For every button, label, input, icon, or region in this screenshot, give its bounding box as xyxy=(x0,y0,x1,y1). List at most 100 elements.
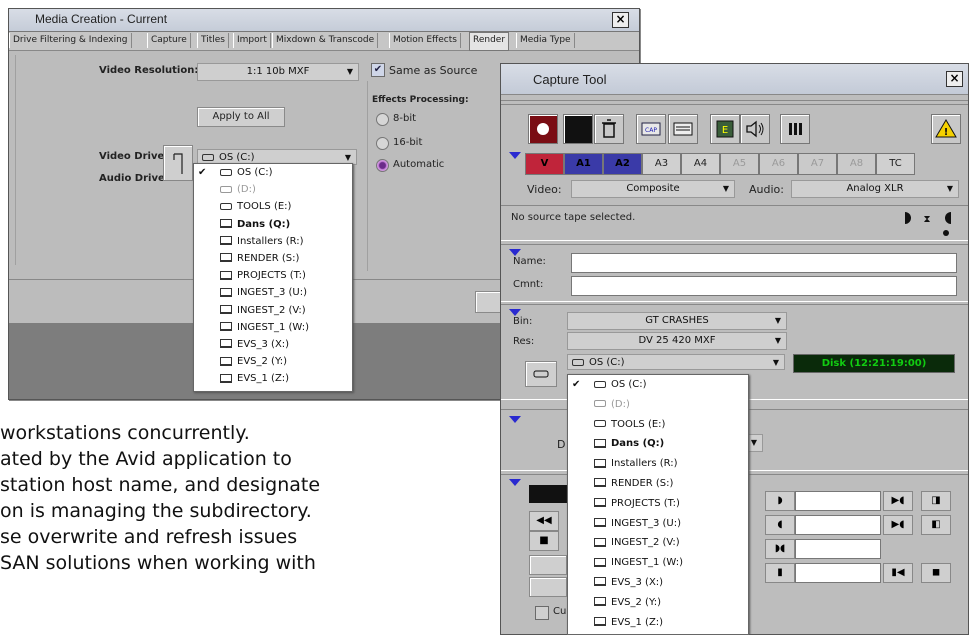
menu-item-drive[interactable]: EVS_2 (Y:) xyxy=(568,593,748,613)
menu-item-drive[interactable]: Dans (Q:) xyxy=(194,216,352,233)
radio-8bit[interactable] xyxy=(376,113,389,126)
menu-item-drive[interactable]: INGEST_1 (W:) xyxy=(568,553,748,573)
collapse-triangle-icon[interactable] xyxy=(509,416,521,423)
mark-out-timecode[interactable] xyxy=(795,515,881,535)
track-a3[interactable]: A3 xyxy=(642,153,681,175)
duration-button[interactable]: ◗◖ xyxy=(765,539,795,559)
menu-item-drive[interactable]: Installers (R:) xyxy=(194,233,352,250)
menu-item-drive[interactable]: RENDER (S:) xyxy=(194,250,352,267)
log-mode-button[interactable] xyxy=(668,114,698,144)
custom-preroll-checkbox[interactable] xyxy=(535,606,549,620)
tab-render[interactable]: Render xyxy=(469,32,510,51)
video-resolution-select[interactable]: 1:1 10b MXF ▼ xyxy=(197,63,359,81)
collapse-triangle-icon[interactable] xyxy=(509,309,521,316)
menu-item-drive[interactable]: Dans (Q:) xyxy=(568,434,748,454)
warning-button[interactable]: ! xyxy=(931,114,961,144)
menu-item-drive[interactable]: EVS_2 (Y:) xyxy=(194,353,352,370)
drive-link-toggle[interactable] xyxy=(163,145,193,181)
track-a6[interactable]: A6 xyxy=(759,153,798,175)
goto-in-button[interactable]: ▶◖ xyxy=(883,491,913,511)
rewind-button[interactable]: ◀◀ xyxy=(529,511,559,531)
menu-item-drive[interactable]: EVS_1 (Z:) xyxy=(194,370,352,387)
menu-item-drive[interactable]: (D:) xyxy=(568,395,748,415)
collapse-triangle-icon[interactable] xyxy=(509,152,521,159)
goto-button[interactable]: ▮◀ xyxy=(883,563,913,583)
menu-item-drive[interactable]: EVS_3 (X:) xyxy=(568,573,748,593)
toggle-source-button[interactable]: E xyxy=(710,114,740,144)
speaker-icon xyxy=(746,120,764,138)
current-timecode[interactable] xyxy=(795,563,881,583)
menu-item-drive[interactable]: RENDER (S:) xyxy=(568,474,748,494)
menu-item-drive[interactable]: ✔ OS (C:) xyxy=(568,375,748,395)
tab-drive-filtering[interactable]: Drive Filtering & Indexing xyxy=(9,33,132,48)
tab-media-type[interactable]: Media Type xyxy=(516,33,575,48)
audio-input-select[interactable]: Analog XLR ▼ xyxy=(791,180,959,198)
menu-item-drive[interactable]: TOOLS (E:) xyxy=(194,198,352,215)
clear-button[interactable]: ◼ xyxy=(921,563,951,583)
mark-in-timecode[interactable] xyxy=(795,491,881,511)
radio-16bit[interactable] xyxy=(376,137,389,150)
step-button[interactable] xyxy=(529,577,567,597)
track-v[interactable]: V xyxy=(525,153,564,175)
radio-automatic[interactable] xyxy=(376,159,389,172)
menu-item-drive[interactable]: INGEST_3 (U:) xyxy=(568,514,748,534)
menu-item-drive[interactable]: TOOLS (E:) xyxy=(568,415,748,435)
menu-item-drive[interactable]: PROJECTS (T:) xyxy=(194,267,352,284)
disk-icon xyxy=(594,400,606,408)
goto-out-button[interactable]: ▶◖ xyxy=(883,515,913,535)
comment-input[interactable] xyxy=(571,276,957,296)
current-position-button[interactable]: ▮ xyxy=(765,563,795,583)
track-a8[interactable]: A8 xyxy=(837,153,876,175)
close-button[interactable]: × xyxy=(612,12,629,28)
same-as-source-checkbox[interactable]: ✔ xyxy=(371,63,385,77)
menu-item-drive[interactable]: INGEST_2 (V:) xyxy=(194,302,352,319)
tab-mixdown-transcode[interactable]: Mixdown & Transcode xyxy=(272,33,379,48)
menu-item-label: Installers (R:) xyxy=(611,458,678,470)
menu-item-drive[interactable]: ✔ OS (C:) xyxy=(194,164,352,181)
tab-motion-effects[interactable]: Motion Effects xyxy=(389,33,461,48)
track-tc[interactable]: TC xyxy=(876,153,915,175)
capture-tool-titlebar[interactable]: Capture Tool × xyxy=(501,64,968,95)
menu-item-drive[interactable]: INGEST_1 (W:) xyxy=(194,319,352,336)
track-a4[interactable]: A4 xyxy=(681,153,720,175)
capture-mode-button[interactable]: CAP xyxy=(636,114,666,144)
tab-titles[interactable]: Titles xyxy=(197,33,229,48)
duration-timecode[interactable] xyxy=(795,539,881,559)
menu-item-drive[interactable]: (D:) xyxy=(194,181,352,198)
close-button[interactable]: × xyxy=(946,71,963,87)
track-a5[interactable]: A5 xyxy=(720,153,759,175)
video-input-select[interactable]: Composite ▼ xyxy=(571,180,735,198)
menu-item-drive[interactable]: EVS_3 (X:) xyxy=(194,336,352,353)
audio-levels-button[interactable] xyxy=(780,114,810,144)
record-button[interactable] xyxy=(528,114,558,144)
tab-import[interactable]: Import xyxy=(233,33,271,48)
clear-in-button[interactable]: ◨ xyxy=(921,491,951,511)
mark-out-button[interactable]: ◖ xyxy=(765,515,795,535)
stop-button[interactable] xyxy=(563,114,593,144)
menu-item-drive[interactable]: Installers (R:) xyxy=(568,454,748,474)
track-a7[interactable]: A7 xyxy=(798,153,837,175)
collapse-triangle-icon[interactable] xyxy=(509,479,521,486)
track-a2[interactable]: A2 xyxy=(603,153,642,175)
audio-tool-button[interactable] xyxy=(740,114,770,144)
step-button[interactable] xyxy=(529,555,567,575)
bin-select[interactable]: GT CRASHES ▼ xyxy=(567,312,787,330)
menu-item-drive[interactable]: INGEST_2 (V:) xyxy=(568,533,748,553)
stop-button[interactable]: ■ xyxy=(529,531,559,551)
track-a1[interactable]: A1 xyxy=(564,153,603,175)
drive-select[interactable]: OS (C:) ▼ xyxy=(567,354,785,370)
menu-item-drive[interactable]: INGEST_3 (U:) xyxy=(194,284,352,301)
collapse-triangle-icon[interactable] xyxy=(509,249,521,256)
clear-out-button[interactable]: ◧ xyxy=(921,515,951,535)
media-creation-titlebar[interactable]: Media Creation - Current × xyxy=(9,9,639,32)
tab-capture[interactable]: Capture xyxy=(147,33,191,48)
svg-text:⧗: ⧗ xyxy=(923,214,930,225)
drive-mode-button[interactable] xyxy=(525,361,557,387)
menu-item-drive[interactable]: PROJECTS (T:) xyxy=(568,494,748,514)
apply-to-all-button[interactable]: Apply to All xyxy=(197,107,285,127)
menu-item-drive[interactable]: EVS_1 (Z:) xyxy=(568,613,748,633)
name-input[interactable] xyxy=(571,253,957,273)
mark-in-button[interactable]: ◗ xyxy=(765,491,795,511)
resolution-select[interactable]: DV 25 420 MXF ▼ xyxy=(567,332,787,350)
trash-button[interactable] xyxy=(594,114,624,144)
